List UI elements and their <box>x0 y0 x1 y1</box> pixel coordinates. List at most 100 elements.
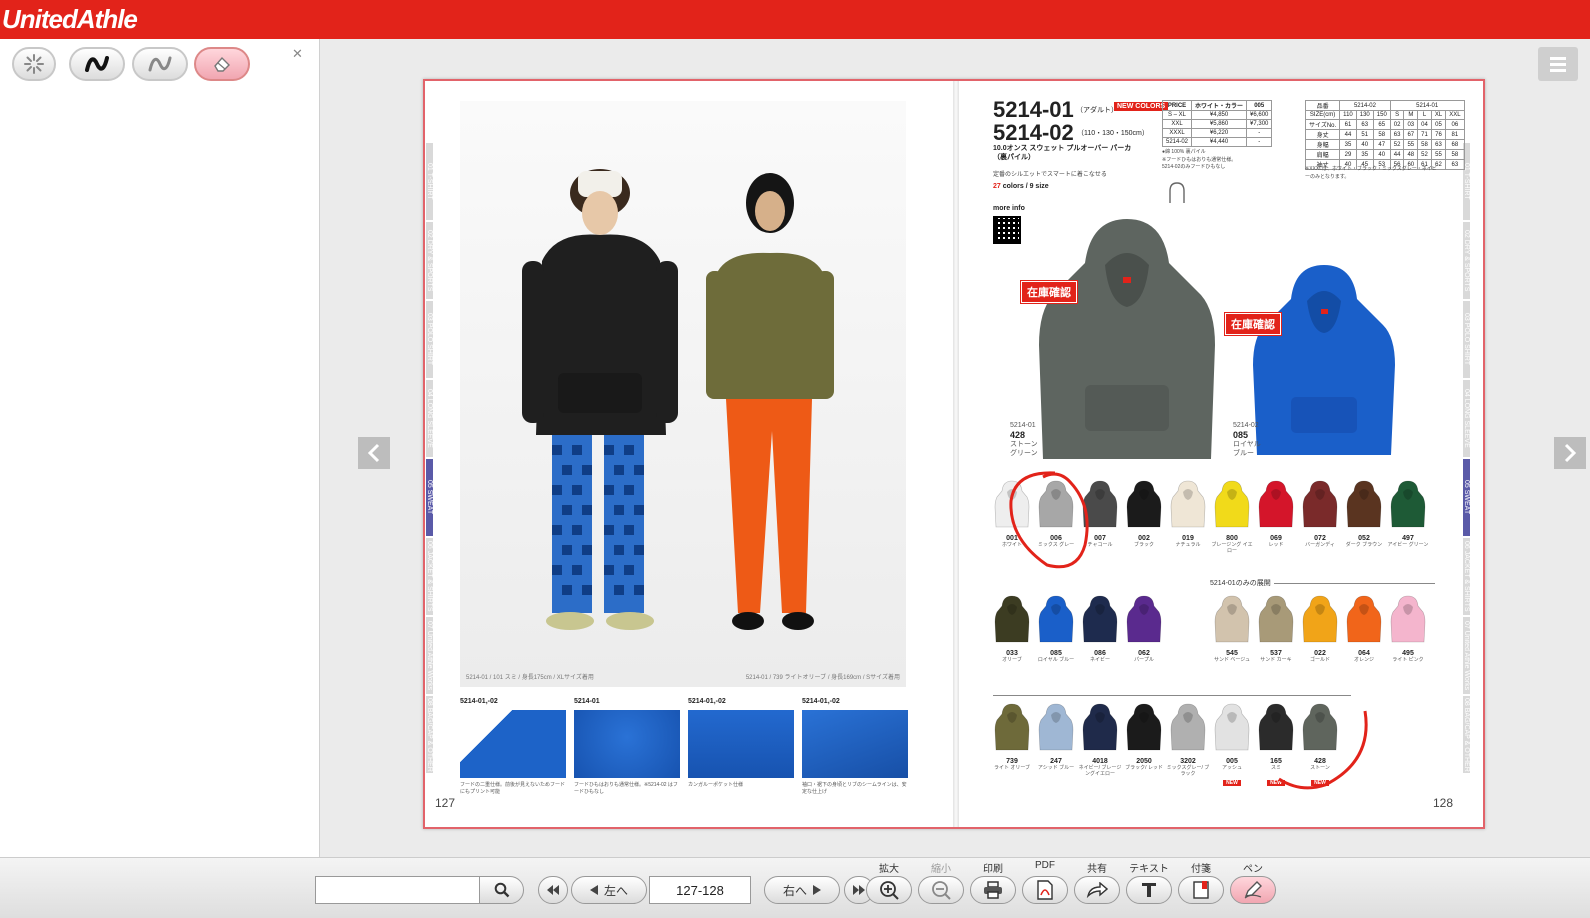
size-cell: 29 <box>1339 149 1357 160</box>
size-cell: S <box>1389 110 1405 120</box>
index-tab[interactable]: 07 United Athle Works <box>426 617 433 694</box>
pdf-button[interactable] <box>1022 876 1068 904</box>
bottom-toolbar: 左へ 127-128 右へ 拡大 縮小 印刷 PDF 共有 テキスト 付箋 ペン <box>0 857 1590 918</box>
size-cell: 44 <box>1389 149 1405 160</box>
print-button[interactable] <box>970 876 1016 904</box>
index-tab[interactable]: 06 JACKET & SHIRTS <box>426 538 433 615</box>
kids-sizes: （110・130・150cm） <box>1077 130 1149 137</box>
sticky-note-button[interactable] <box>1178 876 1224 904</box>
feature-hoodie-blue <box>1253 265 1395 455</box>
price-cell: XXL <box>1161 119 1193 129</box>
index-tab[interactable]: 01 T-SHIRT <box>426 143 433 220</box>
detail-card: 5214-01,-02 袖口・裾下の身頃とリブのシームラインは、安定な仕上げ <box>802 698 908 796</box>
close-panel-icon[interactable]: ✕ <box>292 47 303 62</box>
price-cell: 5214-02 <box>1161 137 1193 147</box>
pen-label: ペン <box>1243 864 1263 875</box>
detail-label: 5214-01,-02 <box>460 698 498 705</box>
page-number-field[interactable]: 127-128 <box>649 876 751 904</box>
size-cell: 55 <box>1430 149 1447 160</box>
index-tab[interactable]: 08 BAG/CAP & OTHER <box>1463 696 1470 773</box>
size-note: ※XXXLは、ホワイト・ブラック・ミックスグレー・ネイビーのみとなります。 <box>1305 166 1437 180</box>
size-cell: 35 <box>1355 149 1374 160</box>
search-button[interactable] <box>479 876 524 904</box>
thin-pen-button[interactable] <box>132 47 188 81</box>
text-button[interactable] <box>1126 876 1172 904</box>
feature-hoodie-green <box>1039 219 1215 459</box>
price-cell: ¥6,220 <box>1191 128 1248 138</box>
product-tagline: 定番のシルエットでスマートに着こなせる <box>993 172 1107 178</box>
zoom-in-icon <box>880 881 899 900</box>
size-cell: 48 <box>1403 149 1419 160</box>
stock-check-badge[interactable]: 在庫確認 <box>1021 281 1077 303</box>
search-input[interactable] <box>315 876 480 904</box>
note-line: ※フードひもはおりも通常仕様。 <box>1162 156 1237 163</box>
detail-text: カンガルーポケット仕様 <box>688 782 744 788</box>
detail-card: 5214-01 フードひもはおりも通常仕様。※5214-02 はフードひもなし <box>574 698 680 796</box>
detail-images: 5214-01,-02 フードの二重仕様。前後が見えないためフードにもプリント可… <box>460 698 908 796</box>
feature-right-name: ロイヤル ブルー <box>1233 441 1261 457</box>
price-cell: - <box>1246 128 1273 138</box>
index-tab[interactable]: 08 BAG/CAP & OTHER <box>426 696 433 773</box>
qr-code[interactable] <box>993 216 1021 244</box>
detail-image <box>802 710 908 778</box>
first-page-button[interactable] <box>538 876 568 904</box>
price-cell: ¥4,440 <box>1191 137 1248 147</box>
price-row: 5214-02 ¥4,440- <box>1161 137 1273 147</box>
prev-page-button[interactable]: 左へ <box>571 876 647 904</box>
next-page-button[interactable]: 右へ <box>764 876 840 904</box>
photo-caption-right: 5214-01 / 739 ライトオリーブ / 身長169cm / Sサイズ着用 <box>745 675 900 681</box>
index-tab[interactable]: 07 United Athle Works <box>1463 617 1470 694</box>
index-tab[interactable]: 02 DRY & SPORTS <box>1463 222 1470 299</box>
size-row: 身丈 44 51 58 63 67 71 76 81 <box>1304 129 1465 140</box>
thick-pen-button[interactable] <box>69 47 125 81</box>
feature-right-label: 5214-02 085 ロイヤル ブルー <box>1233 422 1263 458</box>
zoom-out-button[interactable] <box>918 876 964 904</box>
print-label: 印刷 <box>983 864 1003 875</box>
size-cell: 58 <box>1445 149 1465 160</box>
size-cell: 44 <box>1339 129 1357 140</box>
next-page-arrow[interactable] <box>1554 437 1586 469</box>
index-tab[interactable]: 03 POLO SHIRT <box>1463 301 1470 378</box>
size-cell: 52 <box>1389 139 1405 150</box>
hamburger-menu-icon[interactable] <box>1538 47 1578 81</box>
price-row: XXXL ¥6,220- <box>1161 128 1273 138</box>
sticky-note-icon <box>1193 881 1209 899</box>
eraser-icon <box>214 56 230 72</box>
size-table: 品番 5214-02 5214-01 SIZE(cm) 110 130 150 S M L XL XX… <box>1304 100 1465 170</box>
size-cell: 55 <box>1403 139 1419 150</box>
index-tab[interactable]: 02 DRY & SPORTS <box>426 222 433 299</box>
chevron-right-icon <box>1564 443 1577 463</box>
index-tab[interactable]: 05 SWEAT <box>1463 459 1470 536</box>
product-description: 10.0オンス スウェット プルオーバー パーカ（裏パイル） <box>993 145 1132 162</box>
pen-button[interactable] <box>1230 876 1276 904</box>
catalog-spread: 01 T-SHIRT 02 DRY & SPORTS 03 POLO SHIRT 04… <box>423 79 1485 829</box>
play-left-icon <box>589 885 598 895</box>
prev-page-arrow[interactable] <box>358 437 390 469</box>
brand-logo[interactable]: UnitedAthle <box>2 4 138 35</box>
size-cell: 68 <box>1445 139 1465 150</box>
size-cell: 150 <box>1372 110 1391 120</box>
index-tab[interactable]: 04 LONG SLEEVE <box>426 380 433 457</box>
size-cell: 47 <box>1372 139 1391 150</box>
stock-check-badge[interactable]: 在庫確認 <box>1225 313 1281 335</box>
index-tab[interactable]: 05 SWEAT <box>426 459 433 536</box>
index-tab[interactable]: 04 LONG SLEEVE <box>1463 380 1470 457</box>
share-button[interactable] <box>1074 876 1120 904</box>
size-cell: M <box>1403 110 1419 120</box>
text-label: テキスト <box>1129 864 1169 875</box>
index-tab[interactable]: 06 JACKET & SHIRTS <box>1463 538 1470 615</box>
more-info-label: more info <box>993 205 1025 212</box>
size-cell: 71 <box>1417 129 1432 140</box>
eraser-button[interactable] <box>194 47 250 81</box>
pen-color-tool-button[interactable] <box>12 47 56 81</box>
zoom-in-button[interactable] <box>866 876 912 904</box>
index-tab[interactable]: 03 POLO SHIRT <box>426 301 433 378</box>
price-cell: S – XL <box>1161 110 1193 120</box>
note-line: ●綿 100% 裏パイル <box>1162 149 1206 155</box>
colors-text: colors / 9 size <box>1002 183 1049 190</box>
sparkle-icon <box>24 54 44 74</box>
feature-right-num: 085 <box>1233 430 1249 441</box>
prev-label: 左へ <box>603 883 628 898</box>
size-cell: 35 <box>1339 139 1357 150</box>
size-cell: 65 <box>1372 119 1391 130</box>
